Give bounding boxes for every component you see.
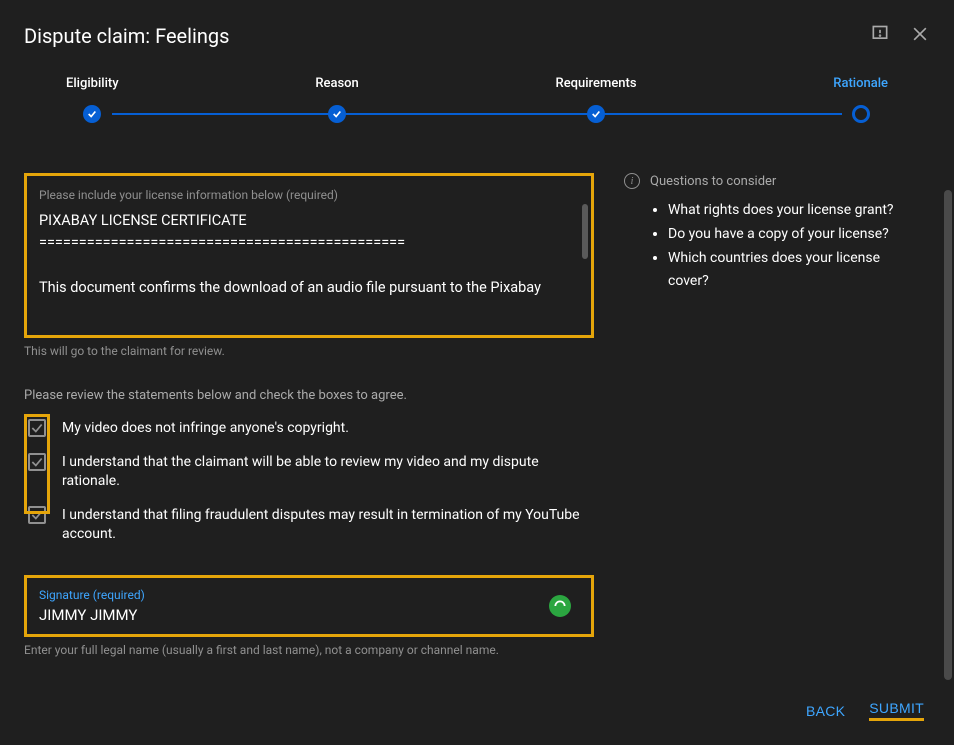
back-button[interactable]: BACK bbox=[806, 700, 845, 721]
check-icon bbox=[83, 105, 101, 123]
dialog-title: Dispute claim: Feelings bbox=[24, 24, 229, 48]
license-textarea[interactable]: Please include your license information … bbox=[24, 173, 594, 338]
checkbox-fraud-warning[interactable] bbox=[28, 506, 46, 524]
review-intro: Please review the statements below and c… bbox=[24, 388, 594, 403]
side-title: Questions to consider bbox=[650, 174, 776, 189]
question-item: Do you have a copy of your license? bbox=[668, 223, 914, 247]
signature-label: Signature (required) bbox=[39, 588, 579, 602]
dialog-scrollbar[interactable] bbox=[944, 190, 952, 680]
main-column: Please include your license information … bbox=[24, 173, 594, 690]
current-step-icon bbox=[852, 105, 870, 123]
step-rationale[interactable]: Rationale bbox=[833, 76, 888, 123]
checkbox-label: My video does not infringe anyone's copy… bbox=[62, 419, 349, 439]
step-eligibility[interactable]: Eligibility bbox=[66, 76, 119, 123]
dialog-header: Dispute claim: Feelings bbox=[24, 24, 930, 76]
license-content: PIXABAY LICENSE CERTIFICATE ============… bbox=[39, 210, 579, 320]
signature-helper: Enter your full legal name (usually a fi… bbox=[24, 643, 594, 657]
stepper-connector bbox=[112, 113, 842, 115]
checkbox-no-infringe[interactable] bbox=[28, 419, 46, 437]
textarea-scrollbar[interactable] bbox=[582, 204, 588, 259]
questions-list: What rights does your license grant? Do … bbox=[624, 199, 914, 294]
dialog-footer: BACK SUBMIT bbox=[24, 690, 930, 721]
feedback-icon[interactable] bbox=[870, 24, 890, 44]
question-item: What rights does your license grant? bbox=[668, 199, 914, 223]
agree-row-1: My video does not infringe anyone's copy… bbox=[24, 419, 594, 439]
signature-input[interactable]: Signature (required) JIMMY JIMMY bbox=[24, 575, 594, 637]
submit-button[interactable]: SUBMIT bbox=[869, 700, 924, 721]
agree-row-3: I understand that filing fraudulent disp… bbox=[24, 506, 594, 545]
signature-value: JIMMY JIMMY bbox=[39, 606, 579, 624]
step-requirements[interactable]: Requirements bbox=[556, 76, 637, 123]
stepper: Eligibility Reason Requirements Rational… bbox=[24, 76, 930, 123]
checkbox-label: I understand that the claimant will be a… bbox=[62, 453, 594, 492]
step-reason[interactable]: Reason bbox=[315, 76, 358, 123]
checkbox-label: I understand that filing fraudulent disp… bbox=[62, 506, 594, 545]
check-icon bbox=[328, 105, 346, 123]
checkbox-group: My video does not infringe anyone's copy… bbox=[24, 419, 594, 545]
info-icon: i bbox=[624, 173, 640, 189]
checkbox-claimant-review[interactable] bbox=[28, 453, 46, 471]
side-column: i Questions to consider What rights does… bbox=[624, 173, 914, 690]
license-helper: This will go to the claimant for review. bbox=[24, 344, 594, 358]
grammarly-icon[interactable] bbox=[549, 595, 571, 617]
check-icon bbox=[587, 105, 605, 123]
question-item: Which countries does your license cover? bbox=[668, 247, 914, 295]
agree-row-2: I understand that the claimant will be a… bbox=[24, 453, 594, 492]
close-icon[interactable] bbox=[910, 24, 930, 44]
license-label: Please include your license information … bbox=[39, 188, 579, 202]
dispute-dialog: Dispute claim: Feelings Eligibility Reas… bbox=[0, 0, 954, 745]
